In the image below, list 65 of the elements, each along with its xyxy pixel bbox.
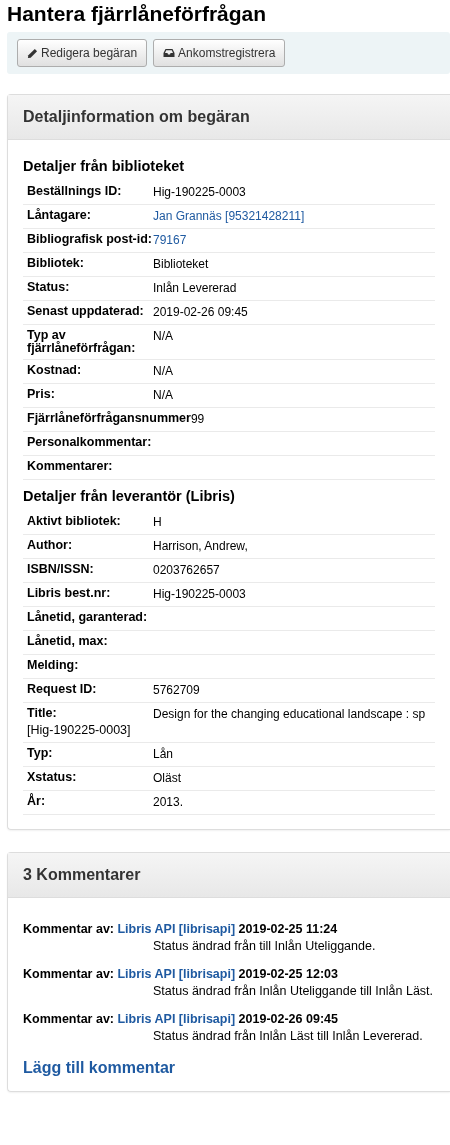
comment-date: 2019-02-25 12:03: [238, 966, 338, 981]
field-label: År:: [27, 794, 47, 810]
author-link[interactable]: Libris API [librisapi]: [117, 1011, 236, 1026]
field-label: Melding:: [27, 659, 80, 675]
field-value: N/A: [153, 388, 174, 404]
field-label: Aktivt bibliotek:: [27, 515, 122, 531]
field-label: Title: [Hig-190225-0003]: [27, 707, 132, 738]
field-value: 2019-02-26 09:45: [153, 305, 249, 320]
comment-text: Status ändrad från Inlån Läst till Inlån Levererad.: [152, 1028, 424, 1043]
comment-text: Status ändrad från Inlån Uteliggande till Inlån Läst.: [152, 983, 435, 998]
field-value: Hig-190225-0003: [153, 185, 247, 200]
pencil-icon: [27, 47, 38, 59]
field-label: Pris:: [27, 388, 56, 404]
field-label: Typ av fjärrlåneförfrågan:: [27, 329, 137, 356]
comment-date: 2019-02-26 09:45: [238, 1011, 338, 1026]
field-value: N/A: [153, 329, 174, 345]
field-value: N/A: [153, 364, 174, 380]
field-label: Status:: [27, 281, 71, 296]
toolbar-button[interactable]: Ankomstregistrera: [153, 39, 286, 67]
field-label: Senast uppdaterad:: [27, 305, 145, 320]
field-value: 0203762657: [153, 563, 221, 579]
author-link[interactable]: Libris API [librisapi]: [117, 966, 236, 981]
field-label: Låntagare:: [27, 209, 92, 224]
field-label: Kommentarer:: [27, 460, 114, 476]
field-value: Lån: [153, 746, 175, 762]
comment-text: Status ändrad från till Inlån Uteliggande.: [152, 938, 377, 953]
field-value: Oläst: [153, 770, 182, 786]
field-label: Personalkommentar:: [27, 436, 153, 452]
comment-label: Kommentar av:: [23, 921, 114, 936]
field-value: 99: [190, 412, 206, 428]
field-label: Author:: [27, 539, 74, 555]
field-label: Libris best.nr:: [27, 587, 112, 603]
comment-date: 2019-02-25 11:24: [238, 921, 338, 936]
field-label: Typ:: [27, 746, 54, 762]
field-label: Bibliografisk post-id:: [27, 233, 153, 248]
field-label: Bibliotek:: [27, 257, 85, 272]
field-label: Beställnings ID:: [27, 185, 123, 200]
field-value: 5762709: [153, 683, 201, 699]
field-link[interactable]: Jan Grannäs [95321428211]: [153, 209, 435, 224]
section-heading: Detaljer från leverantör (Libris): [23, 488, 236, 505]
field-label: Request ID:: [27, 683, 98, 699]
panel-title: 3 Kommentarer: [8, 852, 450, 898]
field-value: 2013.: [153, 794, 185, 810]
field-label: Kostnad:: [27, 364, 83, 380]
field-value: H: [153, 515, 163, 531]
section-heading: Detaljer från biblioteket: [23, 158, 186, 174]
field-link[interactable]: 79167: [153, 233, 435, 248]
field-value: Inlån Levererad: [153, 281, 238, 296]
field-label: Lånetid, garanterad:: [27, 611, 149, 627]
panel-title: Detaljinformation om begäran: [8, 95, 450, 140]
page-title: Hantera fjärrlåneförfrågan: [7, 1, 268, 27]
field-label: ISBN/ISSN:: [27, 563, 95, 579]
toolbar-button[interactable]: Redigera begäran: [17, 39, 148, 67]
field-label: Fjärrlåneförfrågansnummer: [27, 412, 191, 428]
field-label: Xstatus:: [27, 770, 78, 786]
comment-label: Kommentar av:: [23, 1011, 114, 1026]
field-value: Harrison, Andrew,: [153, 539, 249, 555]
add-comment-link[interactable]: Lägg till kommentar: [23, 1058, 176, 1077]
field-value: Hig-190225-0003: [153, 587, 247, 603]
comment-label: Kommentar av:: [23, 966, 114, 981]
inbox-icon: [163, 48, 176, 58]
field-value: Biblioteket: [153, 257, 210, 272]
author-link[interactable]: Libris API [librisapi]: [117, 921, 236, 936]
field-label: Lånetid, max:: [27, 635, 109, 651]
field-value: Design for the changing educational landscape : sp: [153, 707, 427, 724]
